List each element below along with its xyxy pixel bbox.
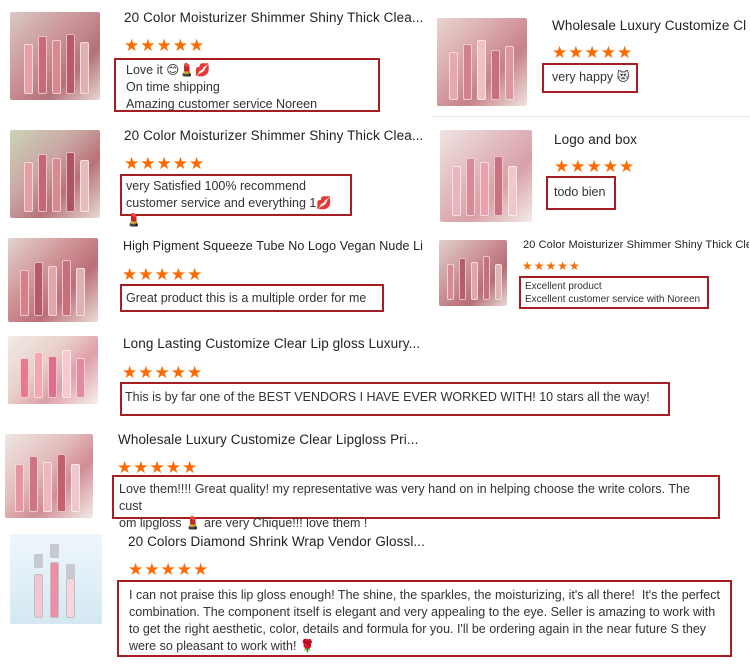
review-text: Love it 😊💄💋 On time shipping Amazing cus…: [114, 58, 380, 112]
rating-stars: ★★★★★: [522, 259, 581, 273]
review-card: 20 Color Moisturizer Shimmer Shiny Thick…: [0, 0, 430, 120]
rating-stars: ★★★★★: [554, 157, 636, 176]
review-body: Excellent product Excellent customer ser…: [525, 281, 701, 305]
review-body: Love them!!!! Great quality! my represen…: [119, 482, 690, 530]
review-body: I can not praise this lip gloss enough! …: [129, 588, 724, 653]
rating-stars: ★★★★★: [124, 36, 206, 55]
product-thumbnail[interactable]: [10, 130, 100, 218]
product-title[interactable]: 20 Color Moisturizer Shimmer Shiny Thick…: [124, 10, 430, 25]
product-thumbnail[interactable]: [440, 130, 532, 222]
review-card: 20 Color Moisturizer Shimmer Shiny Thick…: [432, 232, 750, 327]
product-title[interactable]: Wholesale Luxury Customize Cl: [552, 18, 750, 33]
review-card: 20 Colors Diamond Shrink Wrap Vendor Glo…: [0, 528, 750, 666]
review-body: very Satisfied 100% recommend customer s…: [126, 179, 332, 227]
product-title[interactable]: 20 Color Moisturizer Shimmer Shiny Thick…: [523, 239, 749, 251]
product-title[interactable]: Long Lasting Customize Clear Lip gloss L…: [123, 336, 433, 351]
review-card: Logo and box ★★★★★ todo bien: [432, 120, 750, 230]
review-body: Love it 😊💄💋 On time shipping Amazing cus…: [126, 63, 318, 111]
review-card: Long Lasting Customize Clear Lip gloss L…: [0, 330, 750, 425]
review-card: Wholesale Luxury Customize Clear Lipglos…: [0, 426, 750, 530]
product-thumbnail[interactable]: [437, 18, 527, 106]
review-text: Great product this is a multiple order f…: [120, 284, 384, 312]
review-text: Love them!!!! Great quality! my represen…: [112, 475, 720, 530]
product-title[interactable]: Wholesale Luxury Customize Clear Lipglos…: [118, 432, 428, 447]
rating-stars: ★★★★★: [122, 265, 204, 284]
product-title[interactable]: Logo and box: [554, 132, 750, 147]
review-body: todo bien: [554, 185, 606, 199]
product-thumbnail[interactable]: [439, 240, 507, 306]
review-body: This is by far one of the BEST VENDORS I…: [125, 390, 650, 404]
product-thumbnail[interactable]: [10, 534, 102, 624]
product-title[interactable]: 20 Color Moisturizer Shimmer Shiny Thick…: [124, 128, 430, 143]
review-text: This is by far one of the BEST VENDORS I…: [120, 382, 670, 416]
rating-stars: ★★★★★: [124, 154, 206, 173]
rating-stars: ★★★★★: [117, 458, 199, 477]
rating-stars: ★★★★★: [552, 43, 634, 62]
review-body: Great product this is a multiple order f…: [126, 291, 367, 305]
review-text: Excellent product Excellent customer ser…: [519, 276, 709, 309]
product-title[interactable]: High Pigment Squeeze Tube No Logo Vegan …: [123, 239, 423, 253]
review-card: High Pigment Squeeze Tube No Logo Vegan …: [0, 232, 430, 327]
product-thumbnail[interactable]: [8, 238, 98, 322]
review-card: Wholesale Luxury Customize Cl ★★★★★ very…: [432, 0, 750, 115]
product-title[interactable]: 20 Colors Diamond Shrink Wrap Vendor Glo…: [128, 534, 438, 549]
review-text: very Satisfied 100% recommend customer s…: [120, 174, 352, 227]
review-card: 20 Color Moisturizer Shimmer Shiny Thick…: [0, 120, 430, 230]
product-thumbnail[interactable]: [8, 336, 98, 404]
review-text: very happy 😻: [542, 63, 638, 93]
product-thumbnail[interactable]: [5, 434, 93, 518]
product-thumbnail[interactable]: [10, 12, 100, 100]
review-text: I can not praise this lip gloss enough! …: [117, 580, 732, 657]
rating-stars: ★★★★★: [122, 363, 204, 382]
review-body: very happy 😻: [552, 70, 630, 84]
rating-stars: ★★★★★: [128, 560, 210, 579]
review-text: todo bien: [546, 176, 616, 210]
divider: [432, 116, 750, 117]
